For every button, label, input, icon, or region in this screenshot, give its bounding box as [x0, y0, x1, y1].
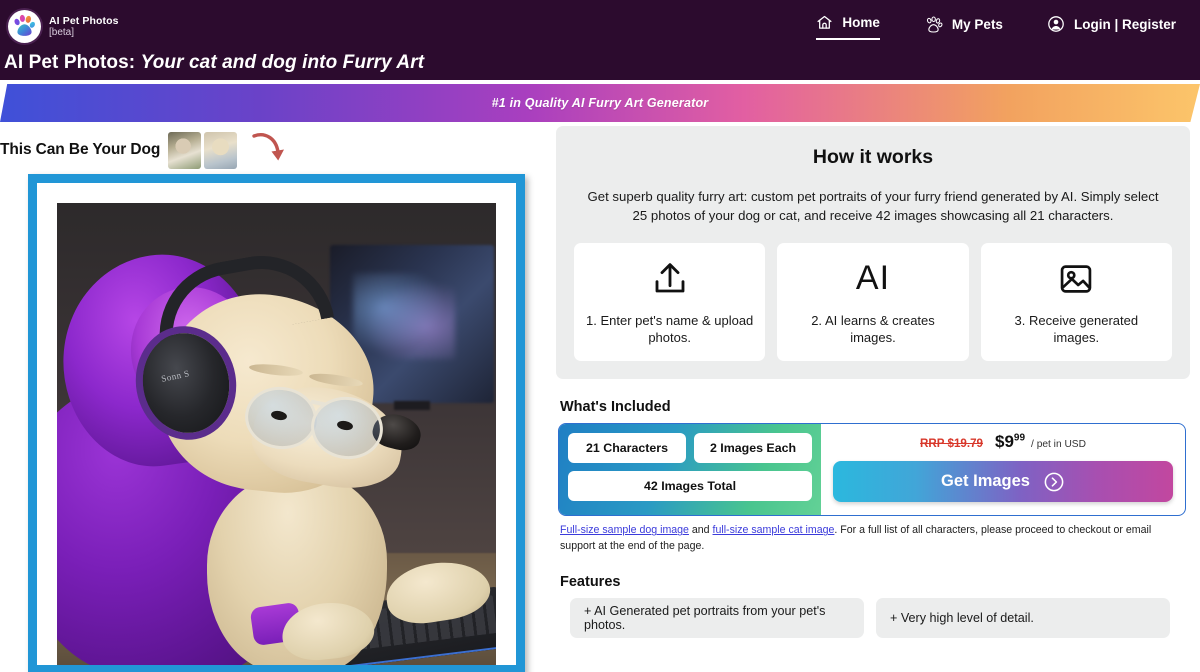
how-it-works-steps: 1. Enter pet's name & upload photos. AI …	[570, 243, 1176, 361]
user-circle-icon	[1047, 15, 1065, 33]
price-main: $9	[995, 432, 1014, 451]
step-card-3: 3. Receive generated images.	[981, 243, 1172, 361]
arrow-right-circle-icon	[1043, 471, 1065, 493]
whats-included-box: 21 Characters 2 Images Each 42 Images To…	[558, 423, 1186, 516]
upload-icon	[650, 258, 690, 300]
promo-banner: #1 in Quality AI Furry Art Generator	[0, 84, 1200, 122]
paw-icon	[924, 16, 943, 33]
features-title: Features	[560, 574, 1190, 590]
logo-beta-tag: [beta]	[49, 27, 119, 39]
left-column: This Can Be Your Dog	[0, 126, 556, 672]
step-card-2: AI 2. AI learns & creates images.	[777, 243, 968, 361]
price-cents: 99	[1014, 433, 1025, 444]
promo-banner-text: #1 in Quality AI Furry Art Generator	[492, 96, 709, 110]
included-pill-row-top: 21 Characters 2 Images Each	[568, 433, 812, 463]
paw-logo-icon	[8, 10, 41, 43]
how-it-works-description: Get superb quality furry art: custom pet…	[570, 187, 1176, 225]
teaser-label: This Can Be Your Dog	[0, 141, 160, 159]
nav-label-my-pets: My Pets	[952, 17, 1003, 32]
home-icon	[816, 14, 833, 31]
page-title-italic: Your cat and dog into Furry Art	[141, 52, 425, 73]
page-title-main: AI Pet Photos:	[4, 52, 135, 73]
included-items-panel: 21 Characters 2 Images Each 42 Images To…	[559, 424, 821, 515]
step-label-1: 1. Enter pet's name & upload photos.	[584, 312, 755, 347]
site-header: AI Pet Photos [beta] Home	[0, 0, 1200, 80]
included-pill-images-each: 2 Images Each	[694, 433, 812, 463]
image-icon	[1057, 258, 1095, 300]
rrp-price: RRP $19.79	[920, 437, 983, 450]
current-price: $999	[995, 432, 1025, 452]
site-logo[interactable]: AI Pet Photos [beta]	[0, 10, 119, 43]
how-it-works-title: How it works	[570, 146, 1176, 169]
get-images-button[interactable]: Get Images	[833, 461, 1173, 502]
sample-cat-image-link[interactable]: full-size sample cat image	[713, 524, 835, 536]
logo-name: AI Pet Photos	[49, 15, 119, 27]
nav-item-my-pets[interactable]: My Pets	[924, 16, 1003, 38]
pricing-panel: RRP $19.79 $999 / pet in USD Get Images	[821, 424, 1185, 515]
step-card-1: 1. Enter pet's name & upload photos.	[574, 243, 765, 361]
sample-thumbnail[interactable]	[168, 132, 201, 169]
feature-card: + AI Generated pet portraits from your p…	[570, 598, 864, 638]
teaser-row: This Can Be Your Dog	[0, 126, 556, 174]
main-content: This Can Be Your Dog	[0, 126, 1200, 672]
hero-image-frame: Sonn S	[28, 174, 525, 672]
monitor-stand	[394, 401, 430, 410]
curved-arrow-down-icon	[251, 130, 285, 170]
step-label-2: 2. AI learns & creates images.	[787, 312, 958, 347]
right-column: How it works Get superb quality furry ar…	[556, 126, 1200, 672]
step-label-3: 3. Receive generated images.	[991, 312, 1162, 347]
price-row: RRP $19.79 $999 / pet in USD	[920, 432, 1086, 454]
nav-item-login-register[interactable]: Login | Register	[1047, 15, 1176, 38]
sample-thumbnails	[168, 132, 237, 169]
footnote-conjunction: and	[689, 524, 713, 536]
features-list: + AI Generated pet portraits from your p…	[556, 598, 1190, 638]
hero-image-mat: Sonn S	[37, 183, 516, 665]
price-unit: / pet in USD	[1031, 439, 1086, 450]
nav-label-login-register: Login | Register	[1074, 17, 1176, 32]
whats-included-title: What's Included	[560, 399, 1190, 415]
nav-item-home[interactable]: Home	[816, 14, 880, 40]
sample-thumbnail[interactable]	[204, 132, 237, 169]
feature-card: + Very high level of detail.	[876, 598, 1170, 638]
included-pill-row-bottom: 42 Images Total	[568, 471, 812, 501]
pricing-footnote: Full-size sample dog image and full-size…	[560, 523, 1180, 554]
sample-dog-image-link[interactable]: Full-size sample dog image	[560, 524, 689, 536]
main-navigation: Home My Pets	[816, 14, 1200, 40]
page-title: AI Pet Photos: Your cat and dog into Fur…	[0, 53, 1200, 72]
logo-text-block: AI Pet Photos [beta]	[49, 15, 119, 39]
hero-pet-photo[interactable]: Sonn S	[57, 203, 496, 665]
promo-banner-row: #1 in Quality AI Furry Art Generator	[0, 80, 1200, 126]
nav-label-home: Home	[842, 15, 880, 30]
ai-glyph: AI	[856, 259, 890, 298]
header-top-bar: AI Pet Photos [beta] Home	[0, 0, 1200, 53]
get-images-label: Get Images	[941, 472, 1030, 491]
included-pill-images-total: 42 Images Total	[568, 471, 812, 501]
ai-text-icon: AI	[856, 258, 890, 300]
included-pill-characters: 21 Characters	[568, 433, 686, 463]
how-it-works-panel: How it works Get superb quality furry ar…	[556, 126, 1190, 379]
